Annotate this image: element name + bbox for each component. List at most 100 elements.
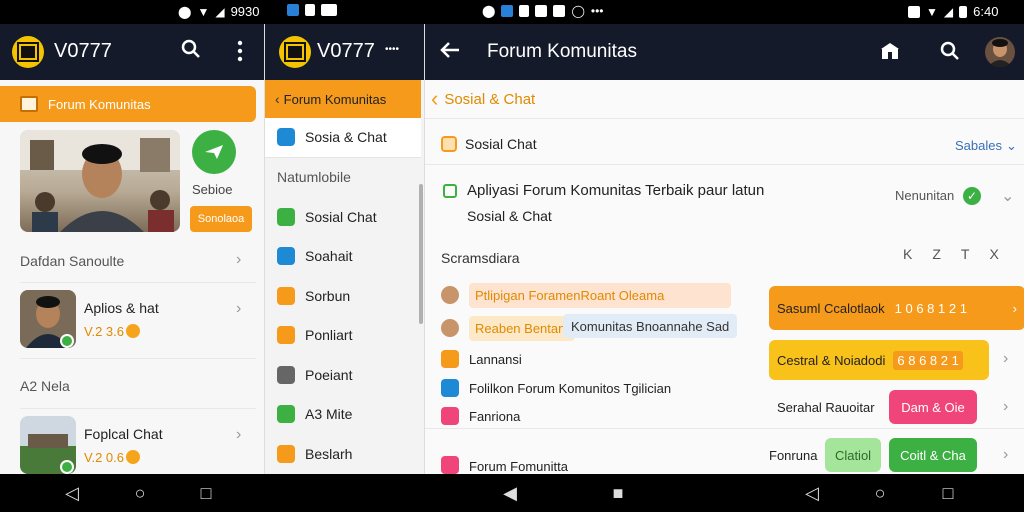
pill-calotlaok[interactable]: Sasuml Ccalotlaok 1 0 6 8 1 2 1 › xyxy=(769,286,1024,330)
pill3-button[interactable]: Dam & Oie xyxy=(889,390,977,424)
recents-nav-icon[interactable]: □ xyxy=(196,483,216,503)
chevron-right-icon[interactable]: › xyxy=(236,251,241,269)
list-item-sub: V.2 0.6 xyxy=(84,450,124,465)
middle-menu: Sosia & ChatNatumlobile Sosial Chat Soahai… xyxy=(265,118,421,513)
breadcrumb[interactable]: ‹ Sosial & Chat xyxy=(425,82,1024,116)
user-avatar[interactable] xyxy=(985,37,1015,67)
profile-photo[interactable] xyxy=(20,130,180,232)
overflow-menu-icon[interactable] xyxy=(236,40,244,68)
thread-title: Forum Fomunitta xyxy=(469,459,568,474)
menu-item[interactable]: Poeiant xyxy=(265,355,421,395)
forum-banner-label: Forum Komunitas xyxy=(48,97,151,112)
send-icon xyxy=(203,143,225,161)
menu-item-icon xyxy=(277,326,295,344)
toolbar: K Z T X xyxy=(903,246,999,262)
middle-header[interactable]: ‹ Forum Komunitas xyxy=(265,80,421,118)
menu-item[interactable]: A3 Mite xyxy=(265,395,421,435)
back-nav-icon[interactable]: ◀ xyxy=(500,483,520,503)
chevron-down-icon: ⌄ xyxy=(1006,138,1017,154)
menu-item[interactable]: Soahait xyxy=(265,237,421,277)
thread-row[interactable]: Ptlipigan ForamenRoant Oleama xyxy=(425,278,765,312)
middle-app-title: V0777 xyxy=(317,40,375,63)
check-icon: ✓ xyxy=(963,187,981,205)
home-nav-icon[interactable]: ○ xyxy=(870,483,890,503)
profile-side-button[interactable]: Sonolaoa xyxy=(190,206,252,232)
send-button-circle[interactable] xyxy=(192,130,236,174)
divider xyxy=(20,282,256,283)
pill2-label: Cestral & Noiadodi xyxy=(777,353,885,368)
back-nav-icon[interactable]: ◁ xyxy=(62,483,82,503)
left-panel: V0777 Forum Komunitas Sebioe Sonolaoa Da… xyxy=(0,24,264,474)
chevron-right-icon[interactable]: › xyxy=(1003,350,1008,368)
search-icon[interactable] xyxy=(939,40,961,67)
thread-title: Reaben Bentant xyxy=(469,316,575,341)
chevron-right-icon[interactable]: › xyxy=(236,300,241,318)
back-nav-icon[interactable]: ◁ xyxy=(802,483,822,503)
menu-section-header: Natumlobile xyxy=(265,158,421,198)
thread-row[interactable]: Lannansi xyxy=(425,344,765,374)
thread-list: Ptlipigan ForamenRoant Oleama Reaben Bent… xyxy=(425,278,765,482)
tool-k-icon[interactable]: K xyxy=(903,246,912,262)
wifi-icon: ▼ xyxy=(197,5,209,19)
store-icon[interactable] xyxy=(879,41,901,66)
right-panel: Forum Komunitas ‹ Sosial & Chat Sosial C… xyxy=(424,24,1024,474)
row1-dropdown[interactable]: Sabales ⌄ xyxy=(955,138,1017,154)
row1-label: Sosial Chat xyxy=(465,136,537,152)
thread-title: Folilkon Forum Komunitos Tgilician xyxy=(469,381,671,396)
menu-item-icon xyxy=(277,366,295,384)
left-app-title: V0777 xyxy=(54,40,112,63)
thread-row[interactable]: Fanriona xyxy=(425,402,765,430)
row-sosial-chat[interactable]: Sosial Chat Sabales ⌄ xyxy=(425,128,1024,162)
online-badge-icon xyxy=(60,460,74,474)
back-arrow-icon[interactable] xyxy=(439,40,461,65)
tag-komunitas[interactable]: Komunitas Bnoannahe Sad xyxy=(563,314,737,338)
home-nav-icon[interactable]: ○ xyxy=(130,483,150,503)
thread-icon xyxy=(441,350,459,368)
tool-x-icon[interactable]: X xyxy=(989,246,998,262)
scrollbar[interactable] xyxy=(419,184,423,324)
app-logo xyxy=(12,36,44,68)
breadcrumb-label: Sosial & Chat xyxy=(444,91,535,108)
menu-item[interactable]: Ponliart xyxy=(265,316,421,356)
menu-item-icon xyxy=(277,405,295,423)
search-icon[interactable] xyxy=(180,38,202,66)
menu-item[interactable]: Sorbun xyxy=(265,276,421,316)
menu-item[interactable]: Beslarh xyxy=(265,434,421,474)
pill4-button1[interactable]: Clatiol xyxy=(825,438,881,472)
chevron-right-icon[interactable]: › xyxy=(1003,398,1008,416)
coin-icon xyxy=(126,450,140,464)
menu-item[interactable]: Sosia & Chat xyxy=(265,118,421,158)
forum-banner[interactable]: Forum Komunitas xyxy=(0,86,256,122)
recents-nav-icon[interactable]: □ xyxy=(938,483,958,503)
file-icon xyxy=(305,4,315,16)
chevron-right-icon[interactable]: › xyxy=(236,426,241,444)
tool-t-icon[interactable]: T xyxy=(961,246,970,262)
signal-icon: ◢ xyxy=(215,5,224,19)
box-icon xyxy=(553,5,565,17)
chevron-down-icon[interactable]: ⌄ xyxy=(1001,186,1014,206)
list-item[interactable]: Aplios & hat V.2 3.6 › xyxy=(0,286,264,358)
home-nav-icon[interactable]: ■ xyxy=(608,483,628,503)
pill-noiadodi[interactable]: Cestral & Noiadodi 6 8 6 8 2 1 xyxy=(769,340,989,380)
menu-item-label: Ponliart xyxy=(305,327,352,343)
menu-item-icon xyxy=(277,208,295,226)
app-logo xyxy=(279,36,311,68)
menu-item[interactable]: Sosial Chat xyxy=(265,197,421,237)
divider xyxy=(425,118,1024,119)
thread-icon xyxy=(441,407,459,425)
pill4-button2[interactable]: Coitl & Cha xyxy=(889,438,977,472)
middle-dots: •••• xyxy=(385,44,399,55)
thread-row[interactable]: Folilkon Forum Komunitos Tgilician xyxy=(425,374,765,402)
list-item[interactable]: Foplcal Chat V.2 0.6 › xyxy=(0,414,264,474)
section-header-1: Dafdan Sanoulte xyxy=(20,253,124,269)
location-icon: ⬤ xyxy=(178,5,191,19)
menu-item-label: Sosial Chat xyxy=(305,209,377,225)
row-app-description[interactable]: Apliyasi Forum Komunitas Terbaik paur la… xyxy=(425,174,1024,230)
divider xyxy=(20,408,256,409)
right-app-bar: Forum Komunitas xyxy=(425,24,1024,80)
middle-header-label: Forum Komunitas xyxy=(284,92,387,107)
chevron-right-icon[interactable]: › xyxy=(1003,446,1008,464)
tool-z-icon[interactable]: Z xyxy=(932,246,941,262)
apps-icon xyxy=(501,5,513,17)
status-time-right: 6:40 xyxy=(973,4,998,19)
